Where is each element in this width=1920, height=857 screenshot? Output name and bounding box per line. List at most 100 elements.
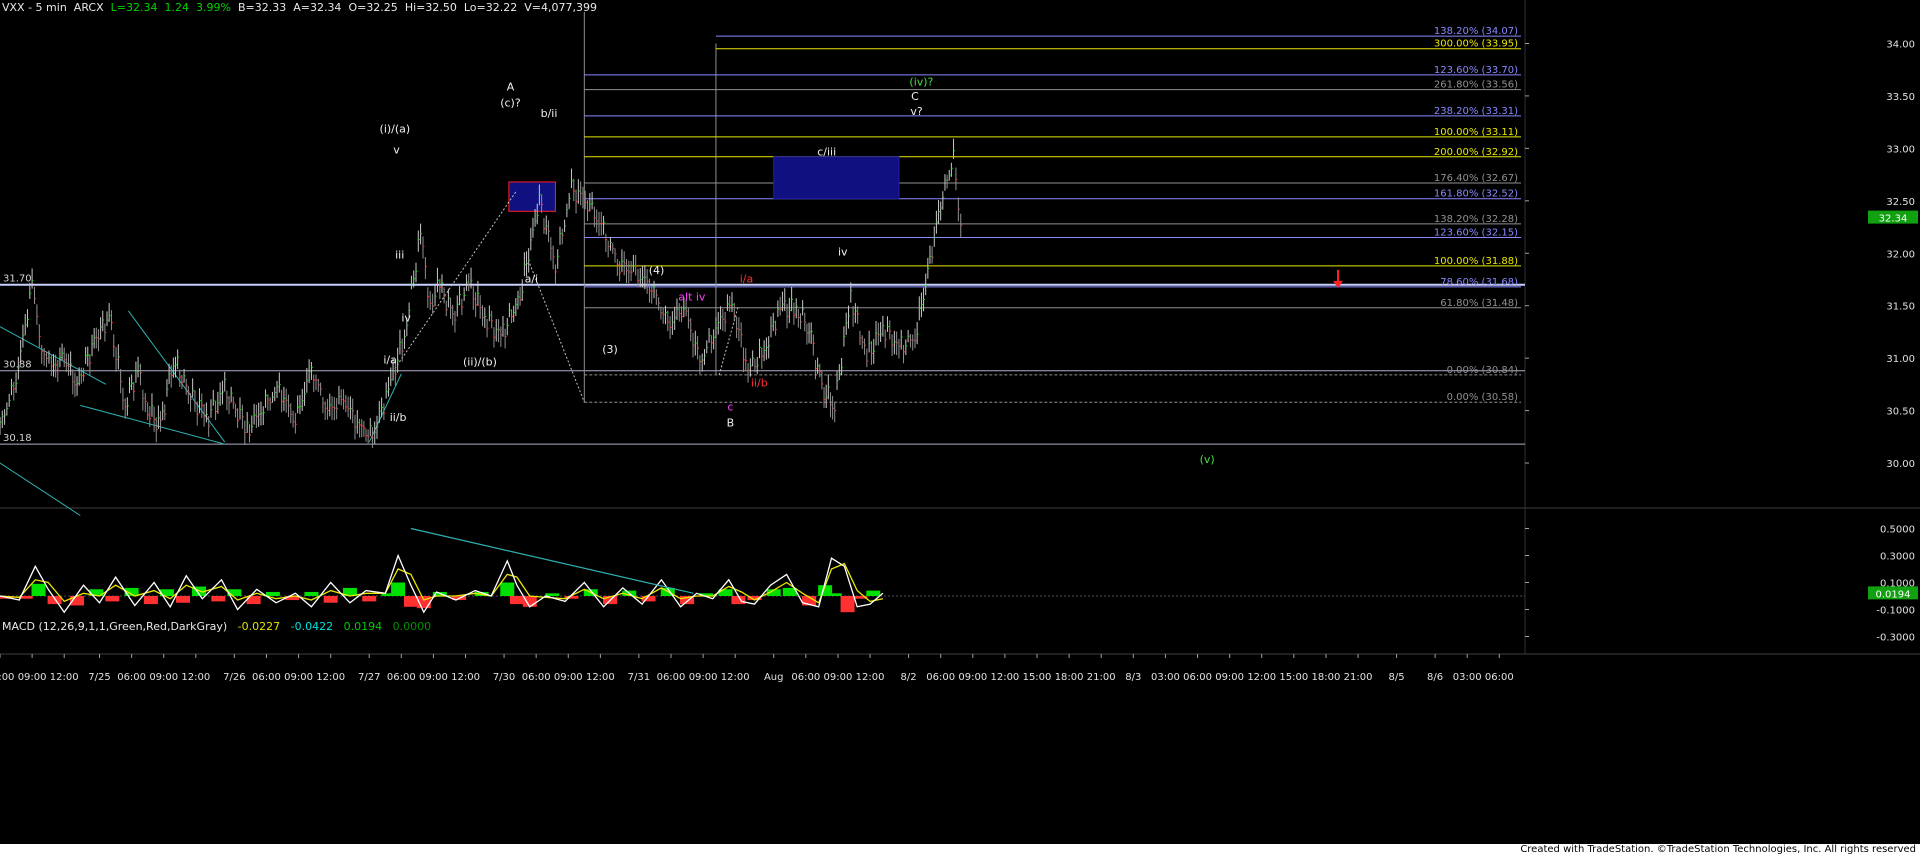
fib-level-label: 123.60% (32.15): [1434, 228, 1518, 239]
macd-value-label: 0.0194: [1876, 589, 1911, 600]
time-axis-label: 7/30: [493, 672, 515, 683]
macd-histogram-bar: [403, 596, 418, 607]
fib-level-label: 123.60% (33.70): [1434, 65, 1518, 76]
time-axis-label: 06:00: [117, 672, 146, 683]
time-axis-label: 12:00: [990, 672, 1019, 683]
macd-histogram-bar: [840, 596, 855, 613]
macd-value-3: 0.0194: [343, 620, 383, 633]
time-axis-label: 12:00: [721, 672, 750, 683]
wave-label: (iv)?: [909, 75, 933, 88]
time-axis-label: Aug: [764, 672, 784, 683]
time-axis-label: 06:00: [522, 672, 551, 683]
target-box: [508, 181, 556, 212]
fib-level-label: 0.00% (30.84): [1447, 365, 1518, 376]
macd-histogram-bar: [827, 593, 842, 596]
low-value: Lo=32.22: [463, 1, 518, 14]
wave-label: (ii)/(b): [463, 355, 497, 368]
fib-level-label: 176.40% (32.67): [1434, 173, 1518, 184]
footer-credit: Created with TradeStation. ©TradeStation…: [1520, 844, 1916, 855]
fib-level-label: 238.20% (33.31): [1434, 106, 1518, 117]
current-price-label: 32.34: [1879, 214, 1908, 225]
time-axis-label: 7/26: [223, 672, 245, 683]
price-axis-label: 32.50: [1886, 197, 1915, 208]
wave-label: (3): [602, 343, 618, 356]
time-axis-label: 06:00: [0, 672, 14, 683]
macd-histogram-bar: [304, 591, 319, 596]
macd-histogram-bar: [265, 591, 280, 596]
macd-histogram-bar: [105, 596, 120, 602]
macd-axis-label: -0.3000: [1876, 633, 1915, 644]
price-axis-label: 31.00: [1886, 354, 1915, 365]
macd-histogram-bar: [362, 596, 377, 602]
high-value: Hi=32.50: [404, 1, 457, 14]
macd-signal-line: [0, 562, 884, 604]
wave-label: (i)/(a): [380, 123, 411, 136]
level-label: 30.18: [3, 433, 32, 444]
change-value: 1.24: [164, 1, 189, 14]
time-axis-label: 12:00: [316, 672, 345, 683]
volume-value: V=4,077,399: [524, 1, 597, 14]
wave-label: (v): [1200, 453, 1215, 466]
wave-label: C: [911, 90, 919, 103]
time-axis-label: 03:00: [1453, 672, 1482, 683]
macd-histogram-bar: [211, 596, 226, 602]
fib-level-label: 161.80% (32.52): [1434, 189, 1518, 200]
time-axis-label: 09:00: [419, 672, 448, 683]
macd-label: MACD (12,26,9,1,1,Green,Red,DarkGray): [2, 620, 228, 633]
price-header: VXX - 5 min ARCX L=32.34 1.24 3.99% B=32…: [2, 1, 597, 14]
trend-line: [368, 373, 402, 443]
time-axis-label: 06:00: [926, 672, 955, 683]
macd-histogram-bar: [176, 596, 190, 603]
wave-label: A: [507, 81, 515, 94]
time-axis-label: 06:00: [1183, 672, 1212, 683]
macd-histogram-bar: [866, 590, 881, 596]
price-axis-label: 30.50: [1886, 407, 1915, 418]
macd-histogram-bar: [545, 593, 560, 596]
wave-connector: [718, 305, 739, 376]
wave-label: i/a: [383, 353, 397, 366]
macd-axis-label: 0.5000: [1880, 525, 1915, 536]
open-value: O=32.25: [348, 1, 398, 14]
time-axis-label: 12:00: [856, 672, 885, 683]
macd-line: [0, 553, 884, 614]
time-axis-label: 8/5: [1389, 672, 1405, 683]
time-axis-label: 7/27: [358, 672, 380, 683]
price-axis-label: 33.00: [1886, 144, 1915, 155]
time-axis-label: 21:00: [1087, 672, 1116, 683]
macd-header: MACD (12,26,9,1,1,Green,Red,DarkGray) -0…: [2, 620, 431, 633]
macd-histogram-bar: [143, 596, 158, 605]
wave-label: ii/b: [751, 376, 768, 389]
time-axis-label: 8/3: [1125, 672, 1141, 683]
fib-level-label: 100.00% (33.11): [1434, 127, 1518, 138]
macd-axis-label: 0.3000: [1880, 552, 1915, 563]
wave-label: iv: [401, 311, 411, 324]
time-axis-label: 8/2: [901, 672, 917, 683]
time-axis-label: 09:00: [824, 672, 853, 683]
exchange-label: ARCX: [73, 1, 104, 14]
wave-label: i/a: [740, 273, 754, 286]
fib-level-label: 61.80% (31.48): [1440, 298, 1518, 309]
wave-label: a/i: [525, 273, 539, 286]
wave-label: iv: [838, 245, 848, 258]
time-axis-label: 21:00: [1344, 672, 1373, 683]
trend-line: [80, 404, 225, 445]
time-axis-label: 09:00: [284, 672, 313, 683]
time-axis-label: 09:00: [149, 672, 178, 683]
time-axis-label: 7/31: [628, 672, 650, 683]
fib-level-label: 78.60% (31.68): [1440, 277, 1518, 288]
wave-label: c/iii: [817, 146, 836, 159]
time-axis-label: 09:00: [958, 672, 987, 683]
wave-label: v?: [910, 105, 923, 118]
footer-bar: Created with TradeStation. ©TradeStation…: [0, 844, 1920, 857]
macd-axis-label: -0.1000: [1876, 606, 1915, 617]
price-axis-label: 31.50: [1886, 302, 1915, 313]
macd-histogram-bar: [323, 596, 338, 603]
time-axis-label: 09:00: [1215, 672, 1244, 683]
time-axis-label: 06:00: [791, 672, 820, 683]
time-axis-label: 06:00: [387, 672, 416, 683]
price-axis-label: 30.00: [1886, 459, 1915, 470]
macd-histogram-bar: [47, 596, 62, 605]
price-axis-label: 34.00: [1886, 39, 1915, 50]
macd-histogram-bar: [509, 596, 524, 605]
time-axis-label: 03:00: [1151, 672, 1180, 683]
